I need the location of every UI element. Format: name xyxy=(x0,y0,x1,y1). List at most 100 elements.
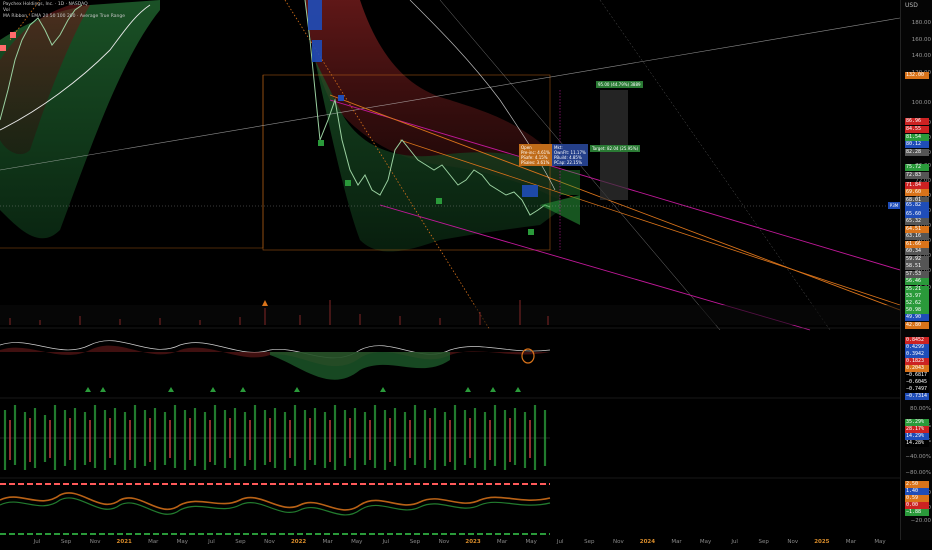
osc1-value-box: −0.7314 xyxy=(905,393,929,400)
price-level-box: 65.32 xyxy=(905,218,929,225)
price-level-box: 60.34 xyxy=(905,248,929,255)
price-level-box: 132.00 xyxy=(905,72,929,79)
price-level-box: 55.21 xyxy=(905,286,929,293)
blue-block-1 xyxy=(308,0,322,30)
price-level-box: 81.54 xyxy=(905,134,929,141)
price-level-box: 86.96 xyxy=(905,118,929,125)
price-level-box: 75.72 xyxy=(905,164,929,171)
sell-marker[interactable] xyxy=(338,95,344,101)
price-level-box: 80.12 xyxy=(905,141,929,148)
buy-marker[interactable] xyxy=(318,140,324,146)
time-tick: Mar xyxy=(322,539,333,545)
price-level-box: 71.84 xyxy=(905,182,929,189)
osc1-value-box: 0.3942 xyxy=(905,351,929,358)
time-tick: Nov xyxy=(787,539,799,545)
osc2-value-box: 14.29% xyxy=(905,433,929,440)
time-axis[interactable]: Jul Sep Nov 2021 Mar May Jul Sep Nov 2022 Mar May Ju… xyxy=(0,538,900,550)
buy-marker[interactable] xyxy=(436,198,442,204)
price-level-box: 56.46 xyxy=(905,278,929,285)
osc2-tick: 80.00% xyxy=(910,406,931,412)
osc3-tick: −20.00 xyxy=(910,518,931,524)
price-level-box: 53.97 xyxy=(905,293,929,300)
osc1-value-box: −0.6817 xyxy=(905,372,929,379)
osc3-value-box: 1.40 xyxy=(905,488,929,495)
osc2-tick: −80.00% xyxy=(905,470,931,476)
price-level-box: 50.98 xyxy=(905,307,929,314)
currency-label: USD xyxy=(905,2,918,9)
long-target-label[interactable]: 95.00 (44.79%) 3889 xyxy=(596,81,643,88)
price-tick: 100.00 xyxy=(911,100,931,106)
price-tick: 180.00 xyxy=(911,20,931,26)
price-scale[interactable]: USD 180.00160.00140.00120.00100.0088.008… xyxy=(900,0,932,540)
volume-bars xyxy=(0,300,900,325)
time-tick: May xyxy=(176,539,189,545)
stats-box-1[interactable]: Open Pre-inc: 4.61% PSafe: 4.15% PSales:… xyxy=(519,144,552,166)
sell-marker[interactable] xyxy=(0,45,6,51)
price-level-box: 72.83 xyxy=(905,172,929,179)
osc1-value-box: 0.8452 xyxy=(905,337,929,344)
price-level-box: 42.80 xyxy=(905,322,929,329)
last-price-box: 65.82 xyxy=(905,202,929,209)
time-tick: Nov xyxy=(264,539,275,545)
price-level-box: 57.53 xyxy=(905,271,929,278)
time-tick: 2025 xyxy=(814,539,830,545)
short-target-label[interactable]: Target: 82.04 (25.95%) xyxy=(590,145,641,152)
price-level-box: 64.51 xyxy=(905,226,929,233)
osc3-value-box: 2.50 xyxy=(905,481,929,488)
time-tick: Jul xyxy=(556,539,564,545)
time-tick: Nov xyxy=(613,539,624,545)
osc3-value-box: 0.00 xyxy=(905,502,929,509)
blue-block-3 xyxy=(522,185,538,197)
osc1-value-box: −0.7497 xyxy=(905,386,929,393)
osc2-tick: −40.00% xyxy=(905,454,931,460)
price-level-box: 65.60 xyxy=(905,211,929,218)
time-tick: Mar xyxy=(671,539,682,545)
time-tick: Jul xyxy=(382,539,390,545)
osc1-value-box: 0.1823 xyxy=(905,358,929,365)
osc2-value-box: 28.17% xyxy=(905,426,929,433)
oscillator-3 xyxy=(0,483,551,535)
buy-marker[interactable] xyxy=(528,229,534,235)
time-tick: Nov xyxy=(89,539,101,545)
time-tick: May xyxy=(525,539,537,545)
time-tick: May xyxy=(699,539,712,545)
time-tick: Jul xyxy=(731,539,738,545)
time-tick: May xyxy=(874,539,886,545)
stats-box-2[interactable]: Mkt: OwnFlt: 11.17% PBuild: 4.85% PCap: … xyxy=(552,144,588,166)
time-tick: Mar xyxy=(845,539,857,545)
osc1-value-box: 0.4299 xyxy=(905,344,929,351)
price-level-box: 69.60 xyxy=(905,189,929,196)
indicator-legend[interactable]: MA Ribbon · EMA 20 50 100 200 · Average … xyxy=(3,14,125,20)
price-level-box: 59.92 xyxy=(905,256,929,263)
price-level-box: 61.66 xyxy=(905,241,929,248)
time-tick: Sep xyxy=(584,539,595,545)
osc3-value-box: 0.59 xyxy=(905,495,929,502)
symbol-legend[interactable]: Paychex Holdings, Inc. · 1D · NASDAQ xyxy=(3,2,88,8)
osc1-value-box: −0.6045 xyxy=(905,379,929,386)
price-level-box: 52.62 xyxy=(905,300,929,307)
price-tick: 160.00 xyxy=(911,37,931,43)
price-level-box: 84.55 xyxy=(905,126,929,133)
osc2-value-box: 14.28% xyxy=(905,440,929,447)
sell-marker[interactable] xyxy=(10,32,16,38)
price-level-box: 58.51 xyxy=(905,263,929,270)
blue-block-2 xyxy=(312,40,322,62)
time-tick: Sep xyxy=(409,539,421,545)
buy-marker[interactable] xyxy=(345,180,351,186)
osc2-value-box: 35.29% xyxy=(905,419,929,426)
price-chart[interactable] xyxy=(0,0,900,540)
osc3-value-box: −1.88 xyxy=(905,509,929,516)
time-tick: Mar xyxy=(148,539,159,545)
volume-spike-marker xyxy=(262,300,268,306)
time-tick: Sep xyxy=(60,539,72,545)
time-tick: 2023 xyxy=(465,539,481,545)
price-level-box: 63.16 xyxy=(905,233,929,240)
price-level-box: 82.28 xyxy=(905,149,929,156)
time-tick: 2022 xyxy=(290,539,307,545)
time-tick: 2021 xyxy=(116,539,132,545)
oscillator-2-markers xyxy=(85,387,521,392)
time-tick: Sep xyxy=(758,539,769,545)
oscillator-1 xyxy=(0,340,551,380)
time-tick: Mar xyxy=(496,539,508,545)
time-tick: Sep xyxy=(235,539,246,545)
